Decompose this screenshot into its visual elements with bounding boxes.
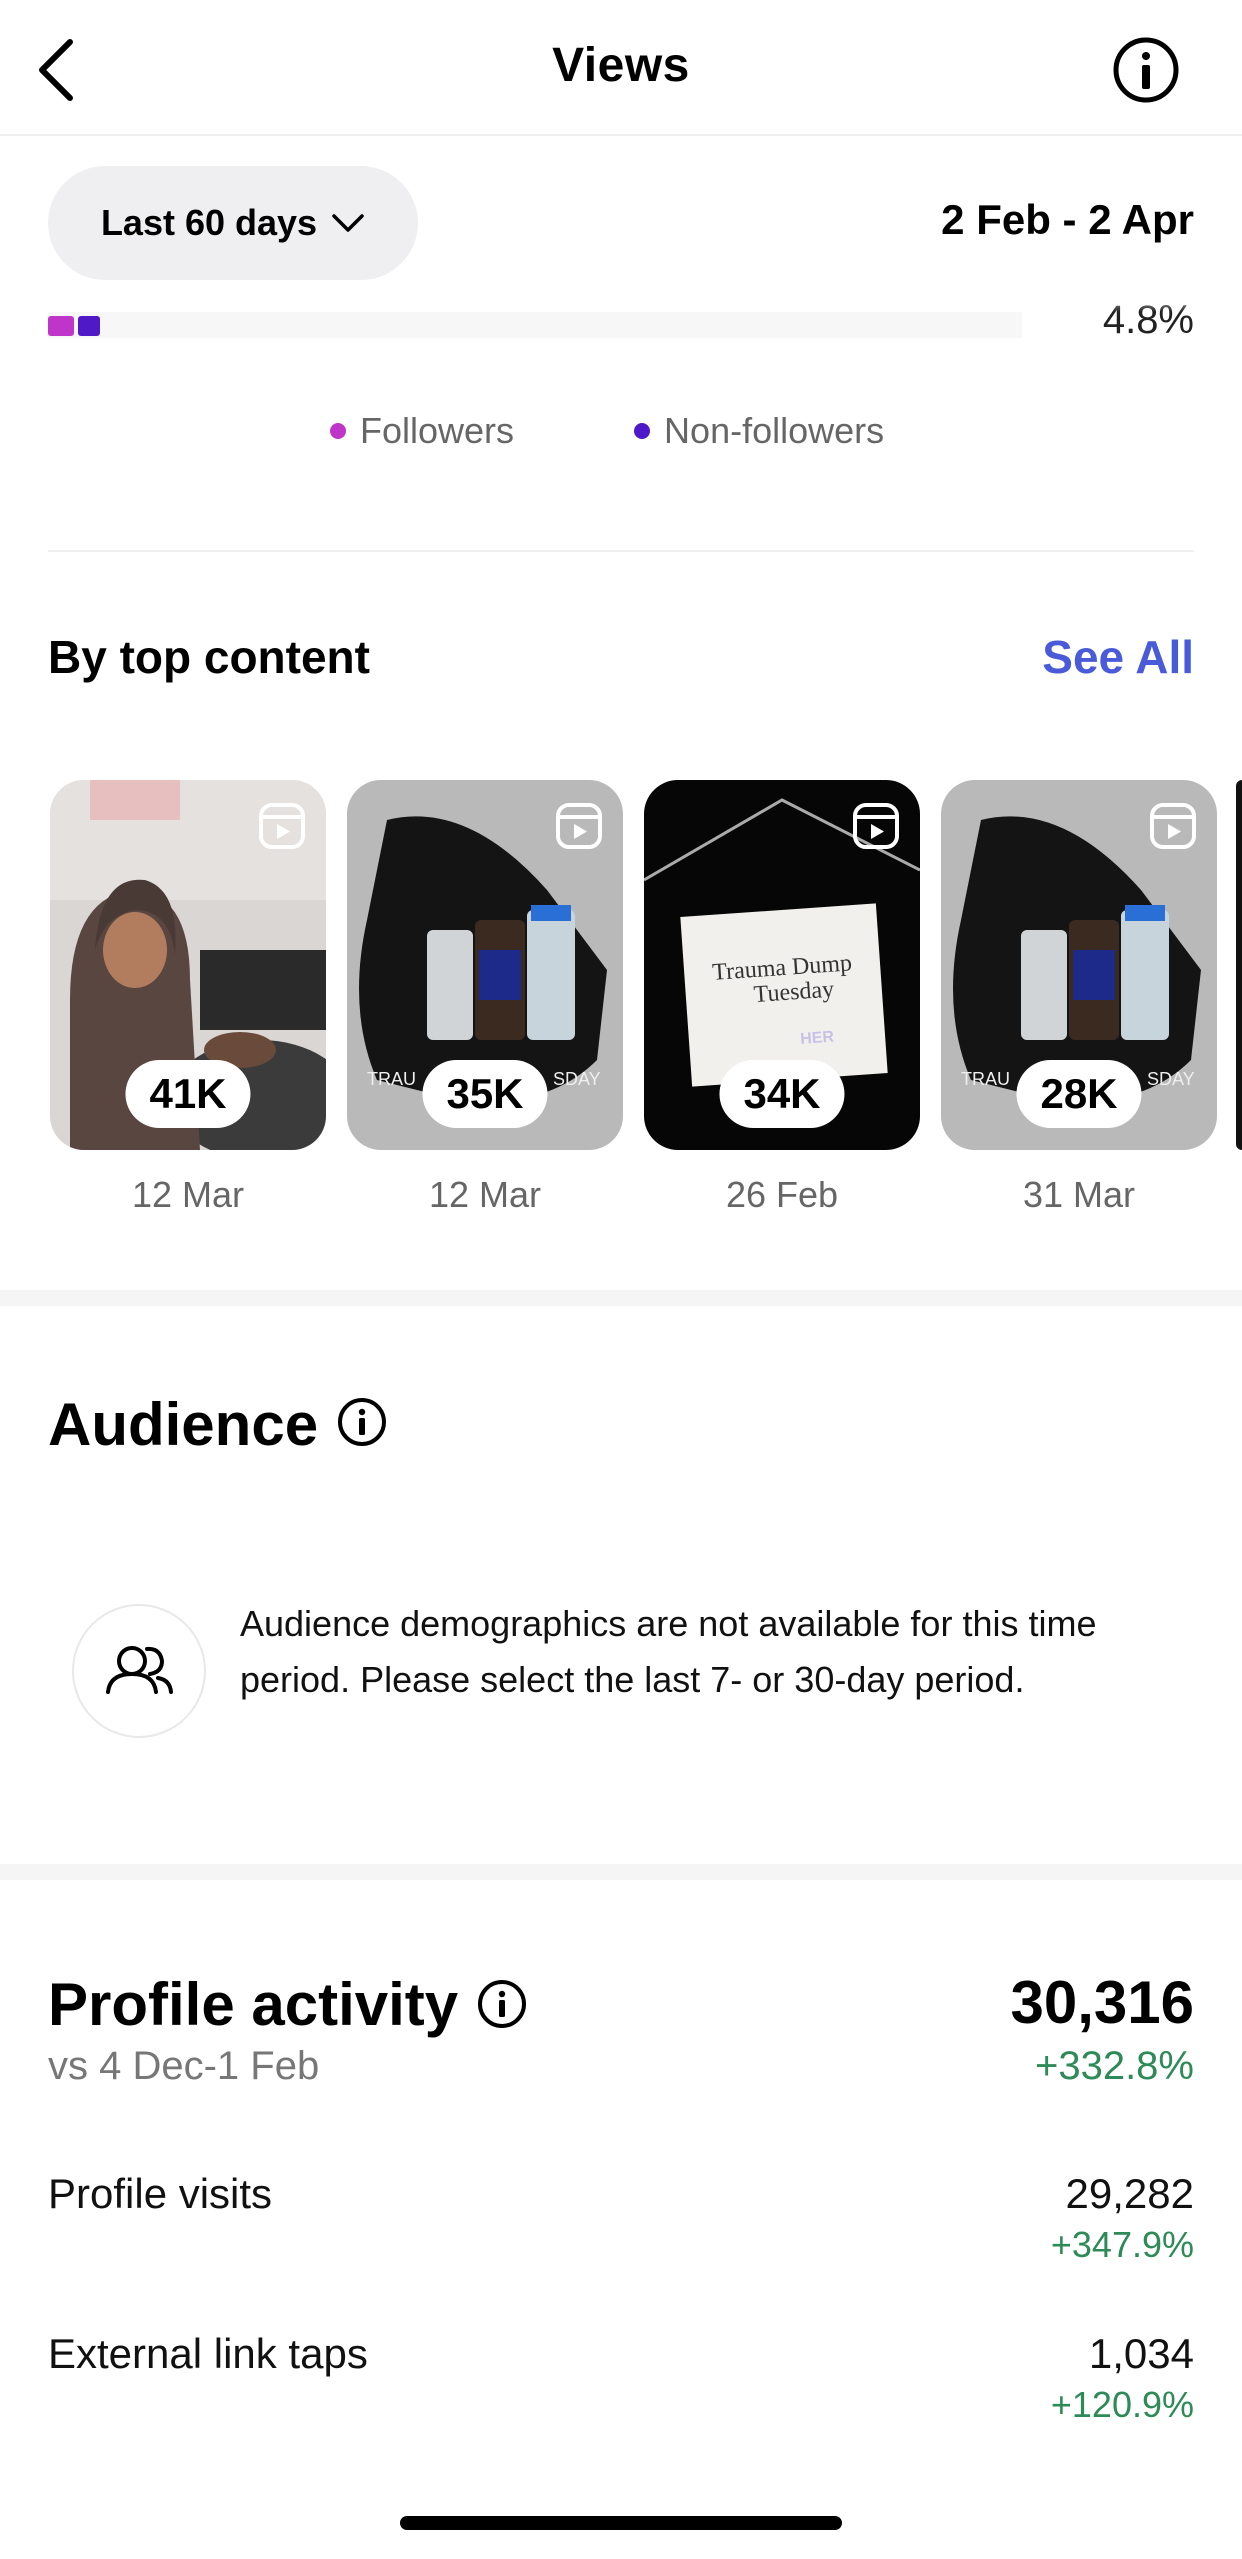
reel-icon	[556, 803, 602, 849]
scroll-fade	[0, 288, 1242, 312]
content-thumbnail-2[interactable]: TRAU SDAY 35K	[347, 780, 623, 1150]
thumbnail-views: 34K	[719, 1060, 845, 1128]
legend-nonfollowers: Non-followers	[634, 410, 884, 452]
content-thumbnail-5[interactable]	[1236, 780, 1242, 1150]
followers-bar-segment	[48, 316, 74, 336]
top-content-title: By top content	[48, 631, 370, 683]
content-thumbnail-1[interactable]: 41K	[50, 780, 326, 1150]
date-range-text: 2 Feb - 2 Apr	[941, 196, 1194, 243]
info-icon	[338, 1398, 386, 1446]
audience-title: Audience	[48, 1391, 319, 1458]
reel-icon	[1150, 803, 1196, 849]
thumbnail-date: 12 Mar	[428, 1174, 542, 1215]
external-link-taps-delta: +120.9%	[1050, 2384, 1194, 2425]
audience-unavailable-message: Audience demographics are not available …	[240, 1603, 1097, 1700]
legend-followers-label: Followers	[360, 410, 515, 451]
profile-visits-delta: +347.9%	[1050, 2224, 1194, 2265]
thumbnail-caption-left: TRAU	[961, 1069, 1010, 1089]
thumbnail-date: 26 Feb	[725, 1174, 839, 1215]
profile-activity-info-button[interactable]	[476, 1978, 528, 2030]
profile-activity-comparison: vs 4 Dec-1 Feb	[48, 2044, 320, 2088]
audience-icon-circle	[72, 1604, 206, 1738]
note-brand: HER	[800, 1029, 835, 1048]
breakdown-legend: Followers Non-followers	[330, 410, 1004, 452]
thumbnail-views: 28K	[1016, 1060, 1142, 1128]
external-link-taps-value: 1,034	[1088, 2330, 1194, 2377]
followers-dot	[330, 423, 346, 439]
people-icon	[106, 1646, 173, 1694]
nonfollowers-bar-segment	[78, 316, 100, 336]
thumbnail-views: 35K	[422, 1060, 548, 1128]
thumbnail-views: 41K	[125, 1060, 251, 1128]
thumbnail-date: 12 Mar	[131, 1174, 245, 1215]
breakdown-bar-track	[48, 312, 1022, 338]
legend-nonfollowers-label: Non-followers	[664, 410, 885, 451]
audience-info-button[interactable]	[336, 1396, 388, 1448]
thumbnail-caption-left: TRAU	[367, 1069, 416, 1089]
reel-icon	[259, 803, 305, 849]
see-all-link[interactable]: See All	[1042, 630, 1194, 684]
chevron-down-icon	[332, 214, 364, 232]
info-icon	[478, 1980, 526, 2028]
profile-visits-value: 29,282	[1065, 2170, 1194, 2217]
info-button[interactable]	[1112, 36, 1180, 104]
thumbnail-date: 31 Mar	[1022, 1174, 1136, 1215]
content-thumbnail-3[interactable]: Trauma Dump Tuesday HER 34K	[644, 780, 920, 1150]
external-link-taps-label: External link taps	[48, 2330, 368, 2377]
date-range-dropdown[interactable]: Last 60 days	[48, 166, 418, 280]
reel-icon	[853, 803, 899, 849]
legend-followers: Followers	[330, 410, 514, 452]
divider	[48, 550, 1194, 552]
home-indicator[interactable]	[400, 2516, 842, 2530]
info-icon	[1113, 37, 1179, 103]
nonfollowers-dot	[634, 423, 651, 439]
page-title: Views	[552, 39, 690, 92]
profile-activity-title: Profile activity	[48, 1971, 459, 2038]
profile-visits-label: Profile visits	[48, 2170, 273, 2217]
thumbnail-caption-right: SDAY	[553, 1069, 601, 1089]
section-separator	[0, 1864, 1242, 1880]
profile-activity-total: 30,316	[1010, 1969, 1194, 2036]
date-range-label: Last 60 days	[100, 202, 318, 243]
content-thumbnail-4[interactable]: TRAU SDAY 28K	[941, 780, 1217, 1150]
profile-activity-delta: +332.8%	[1034, 2044, 1194, 2088]
section-separator	[0, 1290, 1242, 1306]
thumbnail-caption-right: SDAY	[1147, 1069, 1195, 1089]
